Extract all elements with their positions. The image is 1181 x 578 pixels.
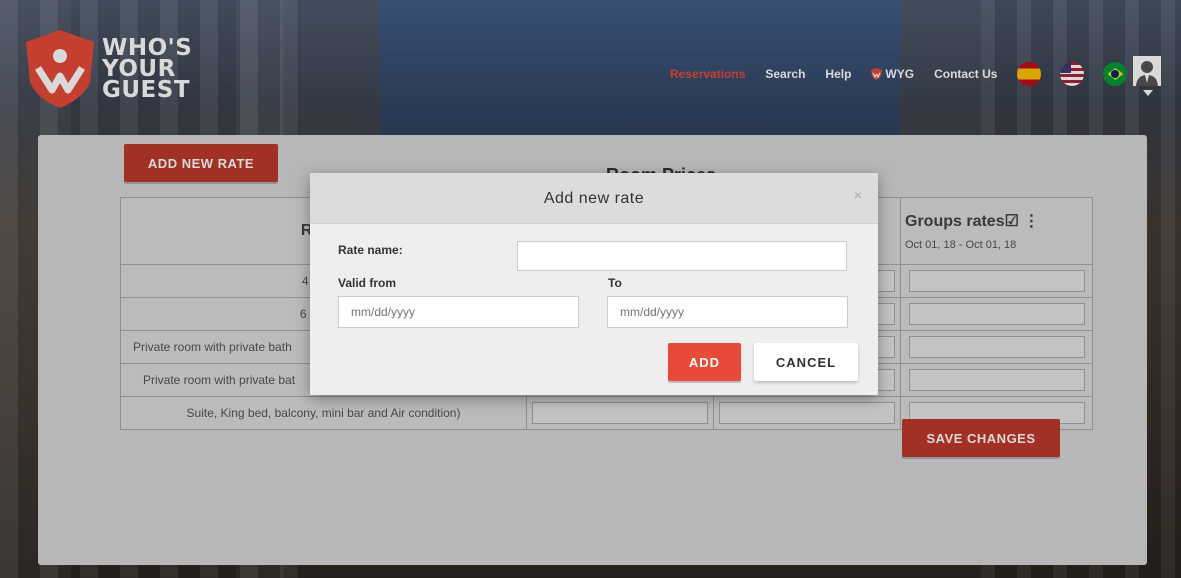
dialog-title: Add new rate (543, 190, 645, 207)
add-button[interactable]: ADD (668, 343, 741, 381)
valid-to-input[interactable] (607, 296, 848, 328)
dialog-header: Add new rate × (310, 173, 878, 224)
rate-name-input[interactable] (517, 241, 847, 271)
valid-from-label: Valid from (338, 276, 397, 290)
cancel-button[interactable]: CANCEL (754, 343, 858, 381)
add-new-rate-dialog: Add new rate × Rate name: Valid from To … (310, 173, 878, 395)
to-label: To (608, 276, 622, 290)
valid-from-input[interactable] (338, 296, 579, 328)
rate-name-label: Rate name: (338, 243, 403, 257)
close-icon[interactable]: × (854, 187, 862, 203)
